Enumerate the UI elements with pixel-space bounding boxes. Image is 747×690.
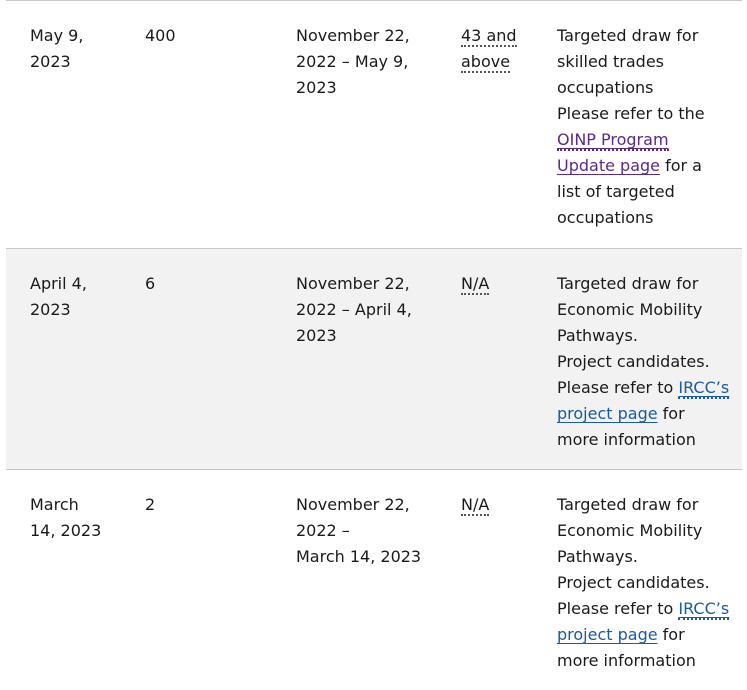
notes-line: Economic Mobility (557, 300, 703, 319)
score-abbr: above (461, 52, 511, 73)
date-range-line: 2022 – April 4, (296, 300, 412, 319)
date-range-cell: November 22, 2022 – April 4, 2023 (296, 271, 446, 349)
notes-line: Please refer to the (557, 104, 705, 123)
table-row: April 4, 2023 6 November 22, 2022 – Apri… (6, 248, 742, 469)
notes-cell: Targeted draw for Economic Mobility Path… (557, 271, 737, 453)
date-range-line: 2022 – (296, 521, 350, 540)
oinp-program-update-link[interactable]: OINP Program (557, 130, 669, 151)
link-abbr-text: OINP Program (557, 130, 669, 151)
date-range-line: 2023 (296, 78, 337, 97)
draw-date-cell: March 14, 2023 (30, 492, 130, 544)
notes-line: Pathways. (557, 547, 638, 566)
date-range-line: November 22, (296, 26, 410, 45)
oinp-program-update-link[interactable]: Update page (557, 156, 660, 175)
notes-text: for (657, 404, 685, 423)
invitations-cell: 6 (145, 274, 156, 293)
notes-line: occupations (557, 78, 654, 97)
date-range-line: 2023 (296, 326, 337, 345)
draws-table: May 9, 2023 400 November 22, 2022 – May … (6, 0, 742, 690)
draw-date-line: 2023 (30, 300, 71, 319)
ircc-project-page-link[interactable]: IRCC’s (678, 378, 730, 399)
score-abbr: 43 and (461, 26, 517, 47)
ircc-project-page-link[interactable]: project page (557, 404, 658, 423)
notes-line: Pathways. (557, 326, 638, 345)
draw-date-cell: May 9, 2023 (30, 23, 130, 75)
notes-text: for a (660, 156, 702, 175)
notes-line: list of targeted (557, 182, 675, 201)
score-cell: 43 and above (461, 23, 531, 75)
link-abbr-text: IRCC’s (678, 599, 730, 620)
notes-line: Project candidates. (557, 573, 710, 592)
notes-line: Targeted draw for (557, 26, 699, 45)
link-abbr-text: IRCC’s (678, 378, 730, 399)
date-range-cell: November 22, 2022 – May 9, 2023 (296, 23, 446, 101)
notes-cell: Targeted draw for skilled trades occupat… (557, 23, 737, 231)
notes-text: Please refer to (557, 599, 679, 618)
notes-line: Targeted draw for (557, 495, 699, 514)
table-row: March 14, 2023 2 November 22, 2022 – Mar… (6, 469, 742, 690)
draw-date-cell: April 4, 2023 (30, 271, 130, 323)
date-range-line: November 22, (296, 274, 410, 293)
notes-line: more information (557, 651, 696, 670)
draw-date-line: 2023 (30, 52, 71, 71)
date-range-cell: November 22, 2022 – March 14, 2023 (296, 492, 446, 570)
score-cell: N/A (461, 271, 531, 297)
date-range-line: 2022 – May 9, (296, 52, 409, 71)
date-range-line: March 14, 2023 (296, 547, 422, 566)
invitations-cell: 400 (145, 26, 176, 45)
notes-line: Targeted draw for (557, 274, 699, 293)
notes-line: more information (557, 430, 696, 449)
draw-date-line: May 9, (30, 26, 84, 45)
draw-date-line: March (30, 495, 79, 514)
date-range-line: November 22, (296, 495, 410, 514)
ircc-project-page-link[interactable]: IRCC’s (678, 599, 730, 620)
score-abbr: N/A (461, 274, 490, 295)
score-cell: N/A (461, 492, 531, 518)
notes-line: occupations (557, 208, 654, 227)
draw-date-line: April 4, (30, 274, 87, 293)
notes-text: Please refer to (557, 378, 679, 397)
ircc-project-page-link[interactable]: project page (557, 625, 658, 644)
notes-cell: Targeted draw for Economic Mobility Path… (557, 492, 737, 674)
score-abbr: N/A (461, 495, 490, 516)
notes-line: skilled trades (557, 52, 665, 71)
draw-date-line: 14, 2023 (30, 521, 102, 540)
table-row: May 9, 2023 400 November 22, 2022 – May … (6, 0, 742, 248)
invitations-cell: 2 (145, 495, 156, 514)
notes-line: Project candidates. (557, 352, 710, 371)
notes-text: for (657, 625, 685, 644)
notes-line: Economic Mobility (557, 521, 703, 540)
